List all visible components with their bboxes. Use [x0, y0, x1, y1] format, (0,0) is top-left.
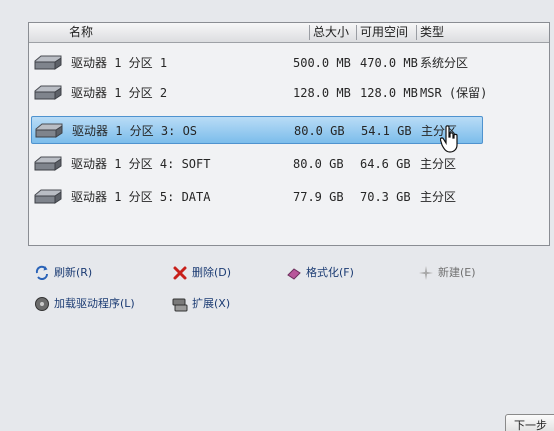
partition-type: 主分区	[420, 157, 457, 171]
partition-name: 驱动器 1 分区 2	[71, 86, 168, 100]
delete-button[interactable]: 删除(D)	[172, 263, 231, 283]
column-divider	[416, 25, 417, 40]
partition-row[interactable]: 驱动器 1 分区 5: DATA 77.9 GB 70.3 GB 主分区	[31, 183, 483, 211]
delete-label: 删除(D)	[192, 266, 232, 279]
new-partition-button[interactable]: 新建(E)	[418, 263, 476, 283]
partition-row[interactable]: 驱动器 1 分区 2 128.0 MB 128.0 MB MSR (保留)	[31, 79, 487, 107]
partition-type: 主分区	[420, 190, 457, 204]
partition-total-size: 500.0 MB	[293, 56, 351, 70]
extend-drive-icon	[172, 298, 188, 312]
next-button[interactable]: 下一步	[505, 414, 554, 431]
load-driver-button[interactable]: 加载驱动程序(L)	[34, 294, 135, 314]
delete-x-icon	[173, 266, 187, 280]
partition-list[interactable]: 名称 总大小 可用空间 类型 驱动器 1 分区 1 500.0 MB 470.0 M…	[28, 22, 550, 246]
partition-free-space: 128.0 MB	[360, 86, 418, 100]
load-driver-disc-icon	[35, 297, 49, 311]
column-header-total-size[interactable]: 总大小	[313, 24, 349, 41]
partition-free-space: 70.3 GB	[360, 190, 411, 204]
hard-drive-icon	[34, 85, 62, 100]
partition-name: 驱动器 1 分区 1	[71, 56, 168, 70]
partition-total-size: 80.0 GB	[294, 124, 345, 138]
refresh-icon	[35, 265, 48, 280]
refresh-button[interactable]: 刷新(R)	[34, 263, 92, 283]
column-divider	[356, 25, 357, 40]
eraser-icon	[287, 268, 301, 280]
partition-row[interactable]: 驱动器 1 分区 1 500.0 MB 470.0 MB 系统分区	[31, 49, 483, 77]
partition-free-space: 470.0 MB	[360, 56, 418, 70]
partition-type: 系统分区	[420, 56, 469, 70]
column-divider	[309, 25, 310, 40]
new-sparkle-icon	[419, 266, 433, 280]
partition-total-size: 77.9 GB	[293, 190, 344, 204]
partition-free-space: 64.6 GB	[360, 157, 411, 171]
hand-cursor-icon	[440, 125, 458, 153]
hard-drive-icon	[34, 189, 62, 204]
extend-label: 扩展(X)	[192, 297, 231, 310]
format-button[interactable]: 格式化(F)	[286, 263, 354, 283]
partition-free-space: 54.1 GB	[361, 124, 412, 138]
hard-drive-icon	[35, 123, 63, 138]
format-label: 格式化(F)	[306, 266, 354, 279]
load-driver-label: 加载驱动程序(L)	[54, 297, 135, 310]
partition-name: 驱动器 1 分区 5: DATA	[71, 190, 211, 204]
partition-total-size: 128.0 MB	[293, 86, 351, 100]
list-header: 名称 总大小 可用空间 类型	[29, 23, 549, 43]
column-header-free-space[interactable]: 可用空间	[360, 24, 408, 41]
partition-type: MSR (保留)	[420, 86, 488, 100]
new-partition-label: 新建(E)	[438, 266, 476, 279]
partition-row[interactable]: 驱动器 1 分区 3: OS 80.0 GB 54.1 GB 主分区	[31, 116, 483, 144]
hard-drive-icon	[34, 156, 62, 171]
partition-name: 驱动器 1 分区 4: SOFT	[71, 157, 211, 171]
column-header-name[interactable]: 名称	[69, 24, 93, 41]
extend-button[interactable]: 扩展(X)	[172, 294, 230, 314]
partition-row[interactable]: 驱动器 1 分区 4: SOFT 80.0 GB 64.6 GB 主分区	[31, 150, 483, 178]
hard-drive-icon	[34, 55, 62, 70]
column-header-type[interactable]: 类型	[420, 24, 444, 41]
partition-total-size: 80.0 GB	[293, 157, 344, 171]
refresh-label: 刷新(R)	[54, 266, 93, 279]
partition-name: 驱动器 1 分区 3: OS	[72, 124, 198, 138]
partition-setup-window: 名称 总大小 可用空间 类型 驱动器 1 分区 1 500.0 MB 470.0 M…	[0, 0, 554, 431]
